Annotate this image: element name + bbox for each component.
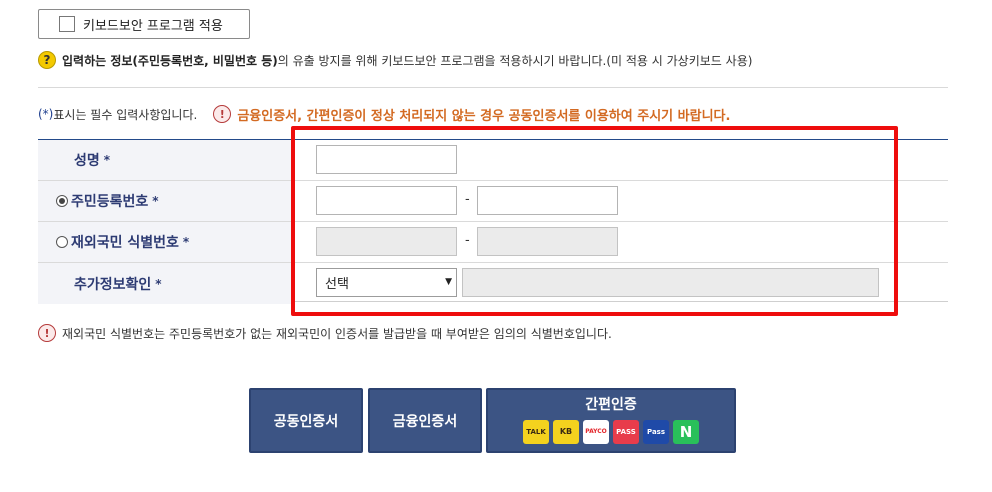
simple-auth-providers: TALK KB PAYCO PASS Pass N [523,419,699,444]
financial-certificate-button[interactable]: 금융인증서 [368,388,482,453]
required-star: * [152,194,159,208]
resident-number-label-text: 주민등록번호 [71,194,149,210]
required-star: * [103,153,111,167]
resident-number-label[interactable]: 주민등록번호 * [38,181,293,221]
required-note: (*) 표시는 필수 입력사항입니다. ! 금융인증서, 간편인증이 정상 처리… [38,104,730,124]
certificate-warning-text: 금융인증서, 간편인증이 정상 처리되지 않는 경우 공동인증서를 이용하여 주… [237,108,731,124]
kakao-icon[interactable]: TALK [523,419,549,444]
required-note-text: 표시는 필수 입력사항입니다. [53,107,198,122]
keyboard-security-checkbox[interactable] [59,16,75,32]
simple-auth-label: 간편인증 [585,396,637,413]
keyboard-security-label: 키보드보안 프로그램 적용 [83,18,223,34]
foreign-id-footnote: ! 재외국민 식별번호는 주민등록번호가 없는 재외국민이 인증서를 발급받을 … [38,323,612,343]
input-highlight-box [291,126,898,316]
foreign-id-radio[interactable] [56,236,68,248]
required-star: (*) [38,107,54,121]
foreign-id-label-text: 재외국민 식별번호 [71,235,179,251]
notice-text: 의 유출 방지를 위해 키보드보안 프로그램을 적용하시기 바랍니다.(미 적용… [277,53,753,68]
divider [38,87,948,88]
name-label: 성명 * [38,140,293,180]
certificate-warning: ! 금융인증서, 간편인증이 정상 처리되지 않는 경우 공동인증서를 이용하여… [213,105,730,124]
financial-certificate-label: 금융인증서 [392,413,458,430]
required-star: * [155,276,162,291]
naver-icon[interactable]: N [673,419,699,444]
joint-certificate-label: 공동인증서 [273,413,339,430]
keyboard-security-notice: ? 입력하는 정보(주민등록번호, 비밀번호 등) 의 유출 방지를 위해 키보… [38,50,752,70]
resident-number-radio[interactable] [56,195,68,207]
foreign-id-label[interactable]: 재외국민 식별번호 * [38,222,293,262]
question-icon: ? [38,51,56,69]
name-label-text: 성명 [74,153,100,169]
exclamation-icon: ! [38,324,56,342]
keyboard-security-toggle[interactable]: 키보드보안 프로그램 적용 [38,9,250,39]
notice-bold-text: 입력하는 정보(주민등록번호, 비밀번호 등) [62,53,278,68]
simple-auth-button[interactable]: 간편인증 TALK KB PAYCO PASS Pass N [486,388,736,453]
extra-info-label: 추가정보확인 * [38,263,293,304]
footnote-text: 재외국민 식별번호는 주민등록번호가 없는 재외국민이 인증서를 발급받을 때 … [62,326,612,341]
exclamation-icon: ! [213,105,232,123]
joint-certificate-button[interactable]: 공동인증서 [249,388,363,453]
kb-icon[interactable]: KB [553,419,579,444]
pass-icon[interactable]: PASS [613,419,639,444]
samsung-pass-icon[interactable]: Pass [643,419,669,444]
extra-info-label-text: 추가정보확인 [74,276,152,293]
required-star: * [182,235,190,249]
payco-icon[interactable]: PAYCO [583,419,609,444]
